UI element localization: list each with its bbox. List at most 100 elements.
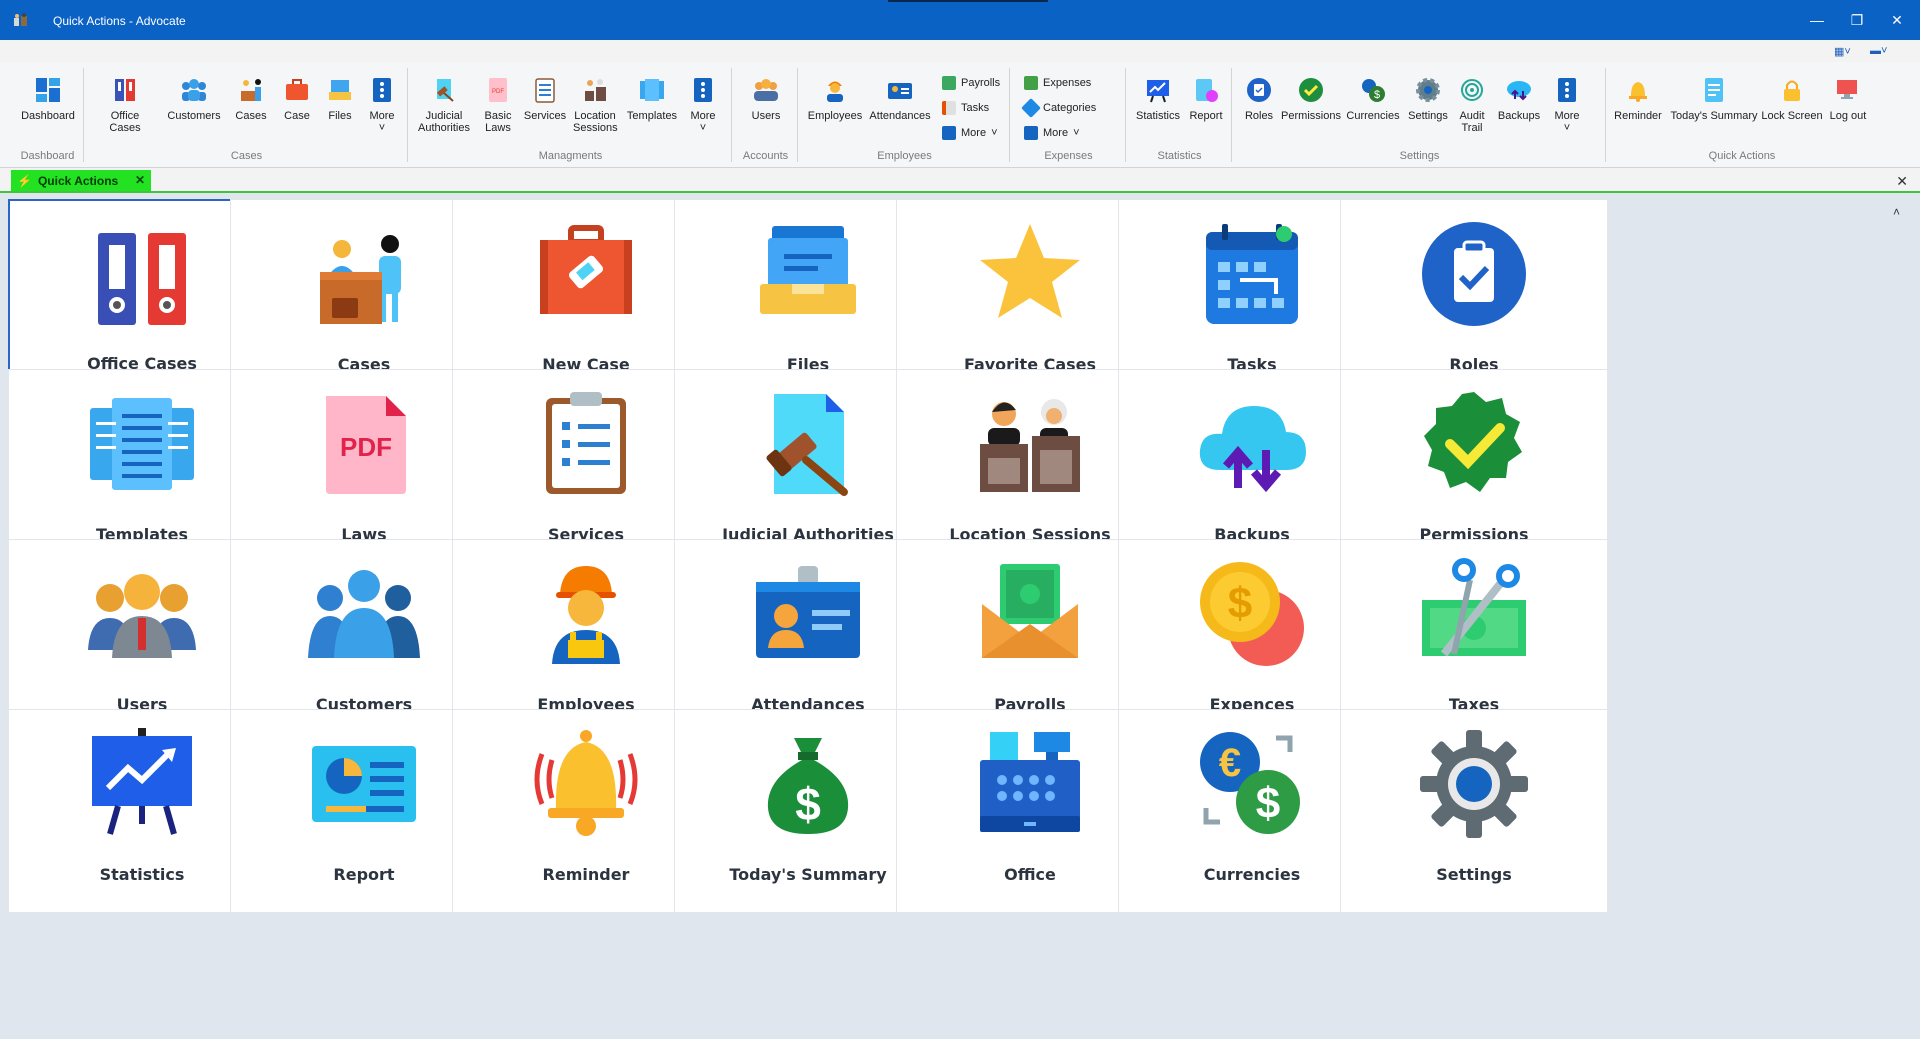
ribbon-label: Users <box>751 110 781 122</box>
ribbon-group-label: Settings <box>1399 150 1440 162</box>
ribbon-templates-button[interactable]: Templates <box>624 76 680 122</box>
ribbon-tasks-button[interactable]: Tasks <box>942 101 989 115</box>
tab-quick-actions[interactable]: ⚡ Quick Actions ✕ <box>11 170 151 191</box>
users-group-icon <box>752 76 780 104</box>
ribbon-group-managments: Judicial Authorities PDF Basic Laws Serv… <box>410 68 732 162</box>
ribbon-employees-button[interactable]: Employees <box>806 76 864 122</box>
ribbon-office-cases-button[interactable]: Office Cases <box>94 76 156 134</box>
ribbon-group-statistics: Statistics Report Statistics <box>1128 68 1232 162</box>
ribbon-cases-more-button[interactable]: More ˅ <box>362 76 402 134</box>
ribbon-reminder-button[interactable]: Reminder <box>1608 76 1668 122</box>
ribbon-location-sessions-button[interactable]: Location Sessions <box>570 76 620 134</box>
tab-label: Quick Actions <box>37 173 119 188</box>
close-window-button[interactable]: ✕ <box>1883 10 1911 30</box>
ribbon-statistics-button[interactable]: Statistics <box>1132 76 1184 122</box>
ribbon-managments-more-button[interactable]: More ˅ <box>682 76 724 134</box>
verified-badge-icon <box>1414 384 1534 504</box>
checklist-icon <box>526 384 646 504</box>
layout-switch-icon[interactable]: ▦˅ <box>1834 45 1851 58</box>
ribbon-settings-more-button[interactable]: More ˅ <box>1544 76 1590 134</box>
gear-icon <box>1414 76 1442 104</box>
close-all-tabs-icon[interactable]: ✕ <box>1896 173 1908 190</box>
report-icon <box>304 724 424 844</box>
summary-icon <box>1700 76 1728 104</box>
ribbon-currencies-button[interactable]: $ Currencies <box>1342 76 1404 122</box>
star-icon <box>970 214 1090 334</box>
binders-icon <box>111 76 139 104</box>
lightning-icon: ⚡ <box>17 173 32 188</box>
restore-button[interactable]: ❐ <box>1843 10 1871 30</box>
ribbon-roles-button[interactable]: Roles <box>1238 76 1280 122</box>
ribbon-expenses-button[interactable]: Expenses <box>1024 76 1091 90</box>
ribbon-log-out-button[interactable]: Log out <box>1824 76 1872 122</box>
ribbon-expenses-more-button[interactable]: More ˅ <box>1024 126 1080 140</box>
ribbon-cases-button[interactable]: Cases <box>226 76 276 122</box>
ribbon-label: Expenses <box>1043 77 1092 89</box>
ribbon-dashboard-button[interactable]: Dashboard <box>16 76 80 122</box>
ribbon-options-bar: ▦˅ ▬˅ <box>0 40 1920 62</box>
ribbon-label: Settings <box>1408 110 1448 122</box>
ribbon-todays-summary-button[interactable]: Today's Summary <box>1668 76 1760 122</box>
ribbon-label: Categories <box>1043 102 1097 114</box>
more-icon <box>1553 76 1581 104</box>
ribbon-label: Lock Screen <box>1761 110 1823 122</box>
chevron-down-icon: ˅ <box>1563 122 1571 134</box>
gavel-document-icon <box>748 384 868 504</box>
id-card-icon <box>748 554 868 674</box>
ribbon-backups-button[interactable]: Backups <box>1494 76 1544 122</box>
svg-text:$: $ <box>1374 89 1380 101</box>
gavel-document-icon <box>430 76 458 104</box>
ribbon-employees-more-button[interactable]: More ˅ <box>942 126 998 140</box>
reception-desk-icon <box>304 214 424 334</box>
ribbon-case-button[interactable]: Case <box>276 76 318 122</box>
ribbon-label: Log out <box>1829 110 1867 122</box>
ribbon-group-settings: Roles Permissions $ Currencies Settings … <box>1234 68 1606 162</box>
ribbon-files-button[interactable]: Files <box>320 76 360 122</box>
pdf-icon: PDF <box>304 384 424 504</box>
tab-close-icon[interactable]: ✕ <box>135 173 145 187</box>
cloud-sync-icon <box>1192 384 1312 504</box>
customers-icon <box>180 76 208 104</box>
ribbon-permissions-button[interactable]: Permissions <box>1280 76 1342 122</box>
ribbon-users-button[interactable]: Users <box>742 76 790 122</box>
ribbon-lock-screen-button[interactable]: Lock Screen <box>1760 76 1824 122</box>
ribbon-attendances-button[interactable]: Attendances <box>866 76 934 122</box>
ribbon-label: Payrolls <box>961 77 1001 89</box>
ribbon-label: Services <box>523 110 567 122</box>
ribbon-group-label: Expenses <box>1044 150 1093 162</box>
clipboard-check-icon <box>1414 214 1534 334</box>
chevron-down-icon: ˅ <box>378 122 386 134</box>
money-envelope-icon <box>970 554 1090 674</box>
dashboard-icon <box>34 76 62 104</box>
ribbon-judicial-authorities-button[interactable]: Judicial Authorities <box>414 76 474 134</box>
ribbon-label: More <box>1554 110 1580 122</box>
briefcase-icon <box>283 76 311 104</box>
ribbon-label: Roles <box>1244 110 1274 122</box>
ribbon-payrolls-button[interactable]: Payrolls <box>942 76 1000 90</box>
ribbon-audit-trail-button[interactable]: Audit Trail <box>1452 76 1492 134</box>
ribbon-label: Attendances <box>869 110 931 122</box>
ribbon-label: Customers <box>167 110 221 122</box>
worker-icon <box>526 554 646 674</box>
ribbon-basic-laws-button[interactable]: PDF Basic Laws <box>476 76 520 134</box>
ribbon-customers-button[interactable]: Customers <box>166 76 222 122</box>
ribbon-settings-button[interactable]: Settings <box>1404 76 1452 122</box>
ribbon-report-button[interactable]: Report <box>1184 76 1228 122</box>
theme-switch-icon[interactable]: ▬˅ <box>1870 45 1887 57</box>
ribbon-categories-button[interactable]: Categories <box>1021 98 1097 118</box>
ribbon-label: More <box>1043 127 1069 139</box>
file-tray-icon <box>748 214 868 334</box>
ribbon-services-button[interactable]: Services <box>522 76 568 122</box>
file-tray-icon <box>326 76 354 104</box>
checklist-icon <box>531 76 559 104</box>
ribbon-group-cases: Office Cases Customers Cases Case Files … <box>86 68 408 162</box>
money-icon <box>1024 76 1038 90</box>
coins-icon: $ <box>1192 554 1312 674</box>
bell-icon <box>526 724 646 844</box>
ribbon-group-label: Statistics <box>1157 150 1202 162</box>
tile-settings[interactable]: Settings <box>1340 709 1608 913</box>
window-title: Quick Actions - Advocate <box>53 14 186 28</box>
reception-desk-icon <box>237 76 265 104</box>
minimize-button[interactable]: — <box>1803 10 1831 30</box>
ribbon-group-expenses: Expenses Categories More ˅ Expenses <box>1012 68 1126 162</box>
